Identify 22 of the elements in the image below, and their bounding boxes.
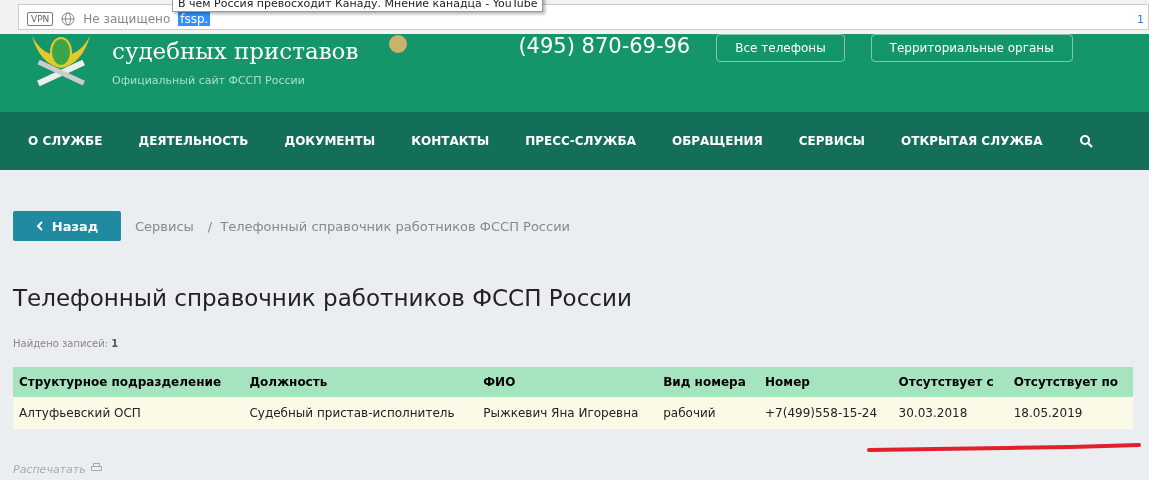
column-header: ФИО <box>477 367 658 397</box>
column-header: Отсутствует с <box>892 367 1008 397</box>
column-header: Вид номера <box>657 367 760 397</box>
column-header: Отсутствует по <box>1007 367 1133 397</box>
records-found: Найдено записей: 1 <box>13 338 120 349</box>
column-header: Номер <box>759 367 893 397</box>
counter-label: 1 <box>1137 13 1144 26</box>
table-cell: рабочий <box>657 397 760 429</box>
phone-number: (495) 870-69-96 <box>518 34 691 58</box>
page-title: Телефонный справочник работников ФССП России <box>13 285 633 311</box>
table-cell: Судебный пристав-исполнитель <box>243 397 478 429</box>
table-cell: Рыжкевич Яна Игоревна <box>477 397 658 429</box>
column-header: Должность <box>243 367 478 397</box>
column-header: Структурное подразделение <box>13 367 244 397</box>
table-cell: 30.03.2018 <box>892 397 1008 429</box>
site-subtitle: Официальный сайт ФССП России <box>112 74 306 87</box>
table-cell: Алтуфьевский ОСП <box>13 397 244 429</box>
security-label: Не защищено <box>83 12 171 26</box>
breadcrumb-separator: / <box>207 218 213 234</box>
table-cell: +7(499)558-15-24 <box>759 397 893 429</box>
table-cell: 18.05.2019 <box>1007 397 1133 429</box>
site-title: судебных приставов <box>112 38 359 64</box>
